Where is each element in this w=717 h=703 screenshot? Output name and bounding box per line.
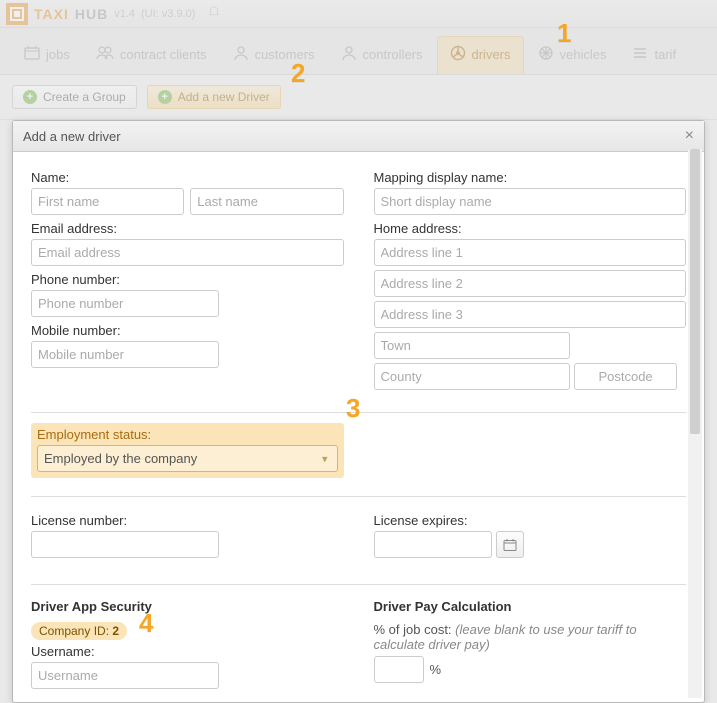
employment-label: Employment status: (37, 427, 338, 442)
email-label: Email address: (31, 221, 344, 236)
first-name-input[interactable] (31, 188, 184, 215)
license-exp-label: License expires: (374, 513, 687, 528)
modal-title: Add a new driver (23, 129, 121, 144)
company-id-chip: Company ID: 2 (31, 622, 127, 640)
calendar-button[interactable] (496, 531, 524, 558)
pct-input[interactable] (374, 656, 424, 683)
modal-body: Name: Email address: Phone number: Mobil… (13, 152, 704, 702)
modal-close-button[interactable]: × (685, 127, 694, 145)
email-input[interactable] (31, 239, 344, 266)
security-section-title: Driver App Security (31, 599, 344, 614)
company-id-value: 2 (112, 624, 119, 638)
county-input[interactable] (374, 363, 571, 390)
license-exp-input[interactable] (374, 531, 492, 558)
calendar-icon (503, 538, 517, 552)
phone-input[interactable] (31, 290, 219, 317)
username-label: Username: (31, 644, 344, 659)
name-label: Name: (31, 170, 344, 185)
employment-select[interactable]: Employed by the company (37, 445, 338, 472)
license-no-input[interactable] (31, 531, 219, 558)
address1-input[interactable] (374, 239, 687, 266)
last-name-input[interactable] (190, 188, 343, 215)
pct-sign: % (430, 662, 442, 677)
mapping-input[interactable] (374, 188, 687, 215)
callout-3: 3 (346, 393, 360, 424)
pay-section-title: Driver Pay Calculation (374, 599, 687, 614)
username-input[interactable] (31, 662, 219, 689)
phone-label: Phone number: (31, 272, 344, 287)
mapping-label: Mapping display name: (374, 170, 687, 185)
address3-input[interactable] (374, 301, 687, 328)
company-id-label: Company ID: (39, 624, 109, 638)
modal-scrollbar[interactable] (688, 149, 702, 698)
town-input[interactable] (374, 332, 571, 359)
modal-header: Add a new driver × (13, 121, 704, 152)
pct-label: % of job cost: (374, 622, 452, 637)
license-no-label: License number: (31, 513, 344, 528)
mobile-label: Mobile number: (31, 323, 344, 338)
mobile-input[interactable] (31, 341, 219, 368)
home-address-label: Home address: (374, 221, 687, 236)
address2-input[interactable] (374, 270, 687, 297)
postcode-input[interactable] (574, 363, 677, 390)
add-driver-modal: Add a new driver × Name: Email address: … (12, 120, 705, 703)
